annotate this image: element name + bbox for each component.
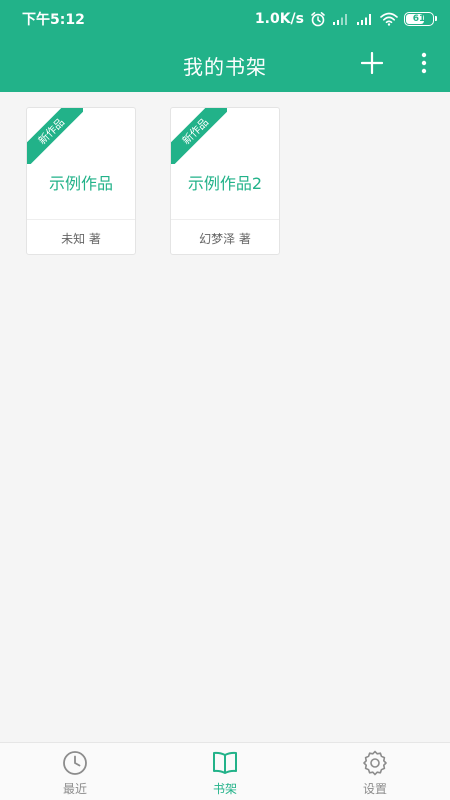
book-title: 示例作品2 bbox=[187, 174, 263, 193]
signal-icon bbox=[356, 13, 374, 26]
status-indicators: 1.0K/s 61 bbox=[254, 11, 437, 27]
book-card[interactable]: 新作品 示例作品 未知 著 bbox=[26, 107, 136, 255]
nav-item-bookshelf[interactable]: 书架 bbox=[150, 743, 300, 800]
status-bar: 下午5:12 1.0K/s 61 bbox=[0, 0, 450, 38]
battery-level: 61 bbox=[412, 14, 426, 24]
gear-icon bbox=[361, 749, 389, 777]
book-title: 示例作品 bbox=[48, 174, 113, 193]
bottom-nav: 最近 书架 设置 bbox=[0, 742, 450, 800]
net-speed: 1.0K/s bbox=[254, 11, 304, 27]
alarm-icon bbox=[310, 11, 326, 27]
clock-icon bbox=[61, 749, 89, 777]
toolbar: 我的书架 bbox=[0, 38, 450, 92]
new-badge-label: 新作品 bbox=[171, 108, 227, 164]
more-vertical-icon bbox=[421, 52, 427, 78]
battery-icon: 61 bbox=[404, 12, 437, 26]
plus-icon bbox=[360, 51, 384, 78]
signal-icon bbox=[332, 13, 350, 26]
book-icon bbox=[211, 749, 239, 777]
more-menu-button[interactable] bbox=[402, 38, 446, 92]
nav-item-recent[interactable]: 最近 bbox=[0, 743, 150, 800]
new-badge: 新作品 bbox=[27, 108, 83, 164]
book-author: 未知 著 bbox=[61, 231, 101, 246]
nav-item-settings[interactable]: 设置 bbox=[300, 743, 450, 800]
new-badge-label: 新作品 bbox=[27, 108, 83, 164]
nav-label-bookshelf: 书架 bbox=[212, 782, 237, 796]
book-card[interactable]: 新作品 示例作品2 幻梦泽 著 bbox=[170, 107, 280, 255]
new-badge: 新作品 bbox=[171, 108, 227, 164]
nav-label-recent: 最近 bbox=[62, 782, 87, 796]
nav-label-settings: 设置 bbox=[362, 782, 387, 796]
status-time: 下午5:12 bbox=[22, 12, 85, 28]
wifi-icon bbox=[380, 12, 398, 26]
add-book-button[interactable] bbox=[350, 38, 394, 92]
top-bar: 下午5:12 1.0K/s 61 我的书架 bbox=[0, 0, 450, 92]
book-author: 幻梦泽 著 bbox=[199, 231, 251, 246]
